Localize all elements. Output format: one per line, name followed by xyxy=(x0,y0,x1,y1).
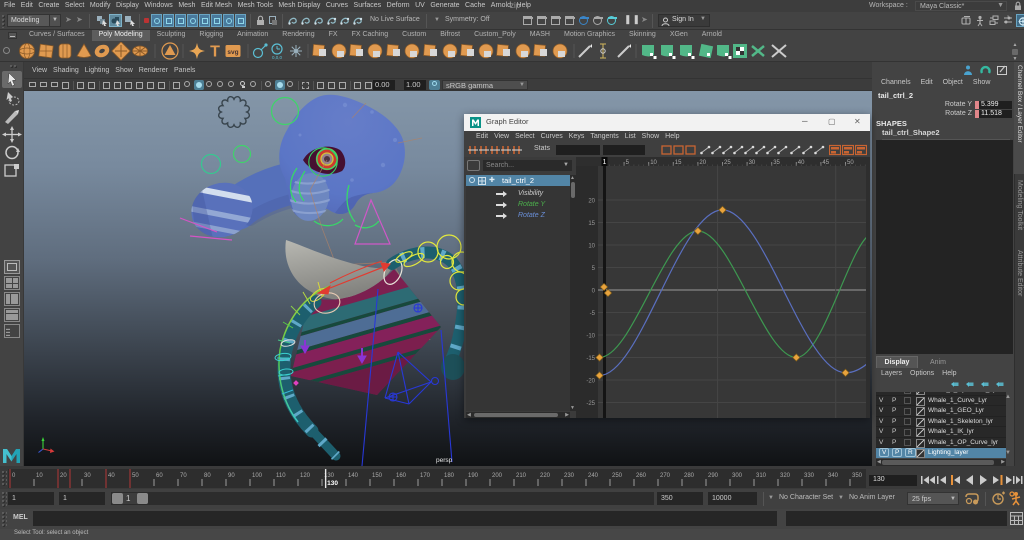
svg-text:350: 350 xyxy=(852,473,863,479)
svg-text:180: 180 xyxy=(444,473,455,479)
svg-text:120: 120 xyxy=(300,473,311,479)
svg-text:90: 90 xyxy=(228,473,235,479)
svg-text:0: 0 xyxy=(12,473,16,479)
svg-text:310: 310 xyxy=(756,473,767,479)
svg-text:280: 280 xyxy=(684,473,695,479)
svg-text:140: 140 xyxy=(348,473,359,479)
svg-text:110: 110 xyxy=(276,473,286,479)
svg-text:-20: -20 xyxy=(586,379,595,385)
svg-text:260: 260 xyxy=(636,473,647,479)
svg-text:70: 70 xyxy=(180,473,187,479)
svg-text:svg: svg xyxy=(227,49,238,56)
svg-text:-10: -10 xyxy=(586,334,595,340)
svg-text:170: 170 xyxy=(420,473,431,479)
svg-text:150: 150 xyxy=(372,473,383,479)
svg-text:130: 130 xyxy=(327,480,338,487)
svg-text:T: T xyxy=(210,44,220,61)
svg-text:50: 50 xyxy=(132,473,139,479)
svg-text:60: 60 xyxy=(156,473,163,479)
svg-text:340: 340 xyxy=(828,473,839,479)
svg-text:210: 210 xyxy=(516,473,527,479)
svg-text:1: 1 xyxy=(603,159,607,166)
svg-text:10: 10 xyxy=(588,244,595,250)
svg-text:160: 160 xyxy=(396,473,407,479)
svg-text:200: 200 xyxy=(492,473,503,479)
svg-text:300: 300 xyxy=(732,473,743,479)
svg-text:290: 290 xyxy=(708,473,719,479)
svg-text:-15: -15 xyxy=(586,356,595,362)
svg-text:10: 10 xyxy=(36,473,43,479)
svg-text:0,0,0: 0,0,0 xyxy=(272,55,283,60)
svg-text:-25: -25 xyxy=(586,401,595,407)
svg-text:-5: -5 xyxy=(590,311,596,317)
svg-text:20: 20 xyxy=(60,473,67,479)
svg-text:220: 220 xyxy=(540,473,551,479)
svg-text:190: 190 xyxy=(468,473,479,479)
svg-text:30: 30 xyxy=(84,473,91,479)
svg-text:250: 250 xyxy=(612,473,623,479)
svg-text:320: 320 xyxy=(780,473,791,479)
svg-text:80: 80 xyxy=(204,473,211,479)
svg-text:330: 330 xyxy=(804,473,815,479)
svg-text:40: 40 xyxy=(108,473,115,479)
svg-text:15: 15 xyxy=(588,221,595,227)
svg-text:20: 20 xyxy=(588,199,595,205)
svg-text:100: 100 xyxy=(252,473,263,479)
svg-text:230: 230 xyxy=(564,473,575,479)
svg-text:240: 240 xyxy=(588,473,599,479)
svg-text:270: 270 xyxy=(660,473,671,479)
